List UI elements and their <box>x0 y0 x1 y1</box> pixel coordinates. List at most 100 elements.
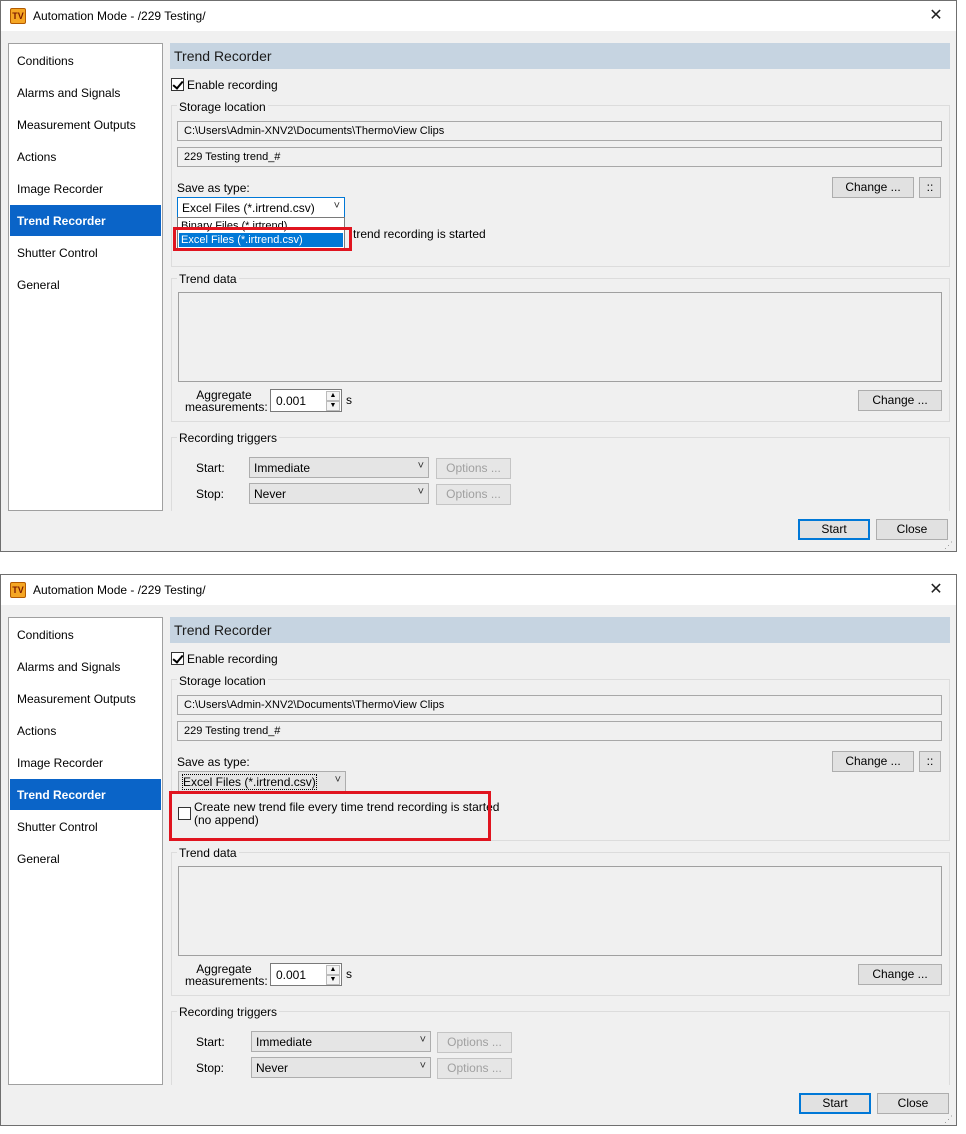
recording-triggers-label: Recording triggers <box>177 431 280 445</box>
start-trigger-value: Immediate <box>254 461 311 475</box>
aggregate-label-line2: measurements: <box>185 974 268 988</box>
change-trend-data-button[interactable]: Change ... <box>858 964 942 985</box>
sidebar-item-alarms-and-signals[interactable]: Alarms and Signals <box>10 77 161 108</box>
panel-header: Trend Recorder <box>170 43 950 69</box>
resize-grip-icon[interactable]: ⋰ <box>944 1115 953 1124</box>
chevron-down-icon: ˅ <box>417 486 424 498</box>
sidebar: Conditions Alarms and Signals Measuremen… <box>8 617 163 1085</box>
save-as-type-dropdown[interactable]: Excel Files (*.irtrend.csv) ˅ <box>178 771 346 792</box>
highlight-box-new-file-option <box>169 791 491 841</box>
trend-data-list[interactable] <box>178 866 942 956</box>
aggregate-value: 0.001 <box>276 394 307 408</box>
enable-recording-checkbox[interactable] <box>171 652 184 665</box>
start-trigger-value: Immediate <box>256 1035 313 1049</box>
spin-up-icon[interactable]: ▲ <box>326 965 340 975</box>
recording-triggers-label: Recording triggers <box>177 1005 280 1019</box>
filename-field[interactable]: 229 Testing trend_# <box>177 721 942 741</box>
save-as-type-dropdown[interactable]: Excel Files (*.irtrend.csv) ˅ <box>177 197 345 218</box>
spin-down-icon[interactable]: ▼ <box>326 401 340 411</box>
sidebar-item-alarms-and-signals[interactable]: Alarms and Signals <box>10 651 161 682</box>
start-trigger-label: Start: <box>196 461 225 475</box>
title-bar: TV Automation Mode - /229 Testing/ ✕ <box>1 575 956 605</box>
aggregate-label: Aggregate measurements: <box>185 389 268 414</box>
resize-grip-icon[interactable]: ⋰ <box>944 541 953 550</box>
aggregate-spinner[interactable]: 0.001 ▲ ▼ <box>270 389 342 412</box>
save-as-type-value: Excel Files (*.irtrend.csv) <box>182 201 315 215</box>
sidebar-item-measurement-outputs[interactable]: Measurement Outputs <box>10 683 161 714</box>
stop-trigger-dropdown[interactable]: Never ˅ <box>251 1057 431 1078</box>
change-storage-button[interactable]: Change ... <box>832 177 914 198</box>
chevron-down-icon: ˅ <box>333 200 340 212</box>
app-icon: TV <box>10 8 26 24</box>
chevron-down-icon: ˅ <box>419 1034 426 1046</box>
close-icon[interactable]: ✕ <box>924 4 948 28</box>
chevron-down-icon: ˅ <box>417 460 424 472</box>
stop-trigger-value: Never <box>256 1061 289 1075</box>
panel-header: Trend Recorder <box>170 617 950 643</box>
filename-field[interactable]: 229 Testing trend_# <box>177 147 942 167</box>
close-button[interactable]: Close <box>877 1093 949 1114</box>
title-bar: TV Automation Mode - /229 Testing/ ✕ <box>1 1 956 31</box>
enable-recording-checkbox[interactable] <box>171 78 184 91</box>
storage-path-field[interactable]: C:\Users\Admin-XNV2\Documents\ThermoView… <box>177 695 942 715</box>
start-trigger-dropdown[interactable]: Immediate ˅ <box>251 1031 431 1052</box>
window-title: Automation Mode - /229 Testing/ <box>33 583 206 597</box>
sidebar-item-shutter-control[interactable]: Shutter Control <box>10 237 161 268</box>
start-options-button[interactable]: Options ... <box>436 458 511 479</box>
sidebar: Conditions Alarms and Signals Measuremen… <box>8 43 163 511</box>
sidebar-item-general[interactable]: General <box>10 843 161 874</box>
aggregate-label: Aggregate measurements: <box>185 963 268 988</box>
stop-trigger-value: Never <box>254 487 287 501</box>
sidebar-item-image-recorder[interactable]: Image Recorder <box>10 747 161 778</box>
sidebar-item-actions[interactable]: Actions <box>10 141 161 172</box>
trend-data-list[interactable] <box>178 292 942 382</box>
close-icon[interactable]: ✕ <box>924 578 948 602</box>
stop-trigger-label: Stop: <box>196 487 225 501</box>
spin-down-icon[interactable]: ▼ <box>326 975 340 985</box>
enable-recording-label: Enable recording <box>187 78 278 92</box>
aggregate-unit: s <box>346 967 352 981</box>
sidebar-item-trend-recorder[interactable]: Trend Recorder <box>10 779 161 810</box>
trend-data-label: Trend data <box>177 272 239 286</box>
new-file-label-partial: trend recording is started <box>353 227 486 241</box>
start-button[interactable]: Start <box>799 1093 871 1114</box>
browse-dots-button[interactable]: :: <box>919 751 941 772</box>
save-as-type-label: Save as type: <box>177 181 250 195</box>
trend-data-label: Trend data <box>177 846 239 860</box>
aggregate-label-line2: measurements: <box>185 400 268 414</box>
change-storage-button[interactable]: Change ... <box>832 751 914 772</box>
enable-recording-label: Enable recording <box>187 652 278 666</box>
app-icon: TV <box>10 582 26 598</box>
change-trend-data-button[interactable]: Change ... <box>858 390 942 411</box>
browse-dots-button[interactable]: :: <box>919 177 941 198</box>
spin-up-icon[interactable]: ▲ <box>326 391 340 401</box>
start-options-button[interactable]: Options ... <box>437 1032 512 1053</box>
stop-options-button[interactable]: Options ... <box>436 484 511 505</box>
sidebar-item-trend-recorder[interactable]: Trend Recorder <box>10 205 161 236</box>
sidebar-item-image-recorder[interactable]: Image Recorder <box>10 173 161 204</box>
sidebar-item-general[interactable]: General <box>10 269 161 300</box>
sidebar-item-conditions[interactable]: Conditions <box>10 619 161 650</box>
sidebar-item-conditions[interactable]: Conditions <box>10 45 161 76</box>
save-as-type-value: Excel Files (*.irtrend.csv) <box>182 774 317 790</box>
aggregate-spinner[interactable]: 0.001 ▲ ▼ <box>270 963 342 986</box>
dialog-window-1: TV Automation Mode - /229 Testing/ ✕ Con… <box>0 0 957 552</box>
close-button[interactable]: Close <box>876 519 948 540</box>
dialog-window-2: TV Automation Mode - /229 Testing/ ✕ Con… <box>0 574 957 1126</box>
storage-path-field[interactable]: C:\Users\Admin-XNV2\Documents\ThermoView… <box>177 121 942 141</box>
storage-location-label: Storage location <box>177 100 268 114</box>
stop-trigger-label: Stop: <box>196 1061 225 1075</box>
sidebar-item-measurement-outputs[interactable]: Measurement Outputs <box>10 109 161 140</box>
stop-options-button[interactable]: Options ... <box>437 1058 512 1079</box>
window-title: Automation Mode - /229 Testing/ <box>33 9 206 23</box>
sidebar-item-shutter-control[interactable]: Shutter Control <box>10 811 161 842</box>
storage-location-label: Storage location <box>177 674 268 688</box>
start-trigger-dropdown[interactable]: Immediate ˅ <box>249 457 429 478</box>
stop-trigger-dropdown[interactable]: Never ˅ <box>249 483 429 504</box>
highlight-box-excel-option <box>173 227 352 251</box>
start-button[interactable]: Start <box>798 519 870 540</box>
sidebar-item-actions[interactable]: Actions <box>10 715 161 746</box>
aggregate-value: 0.001 <box>276 968 307 982</box>
start-trigger-label: Start: <box>196 1035 225 1049</box>
chevron-down-icon: ˅ <box>334 774 341 786</box>
